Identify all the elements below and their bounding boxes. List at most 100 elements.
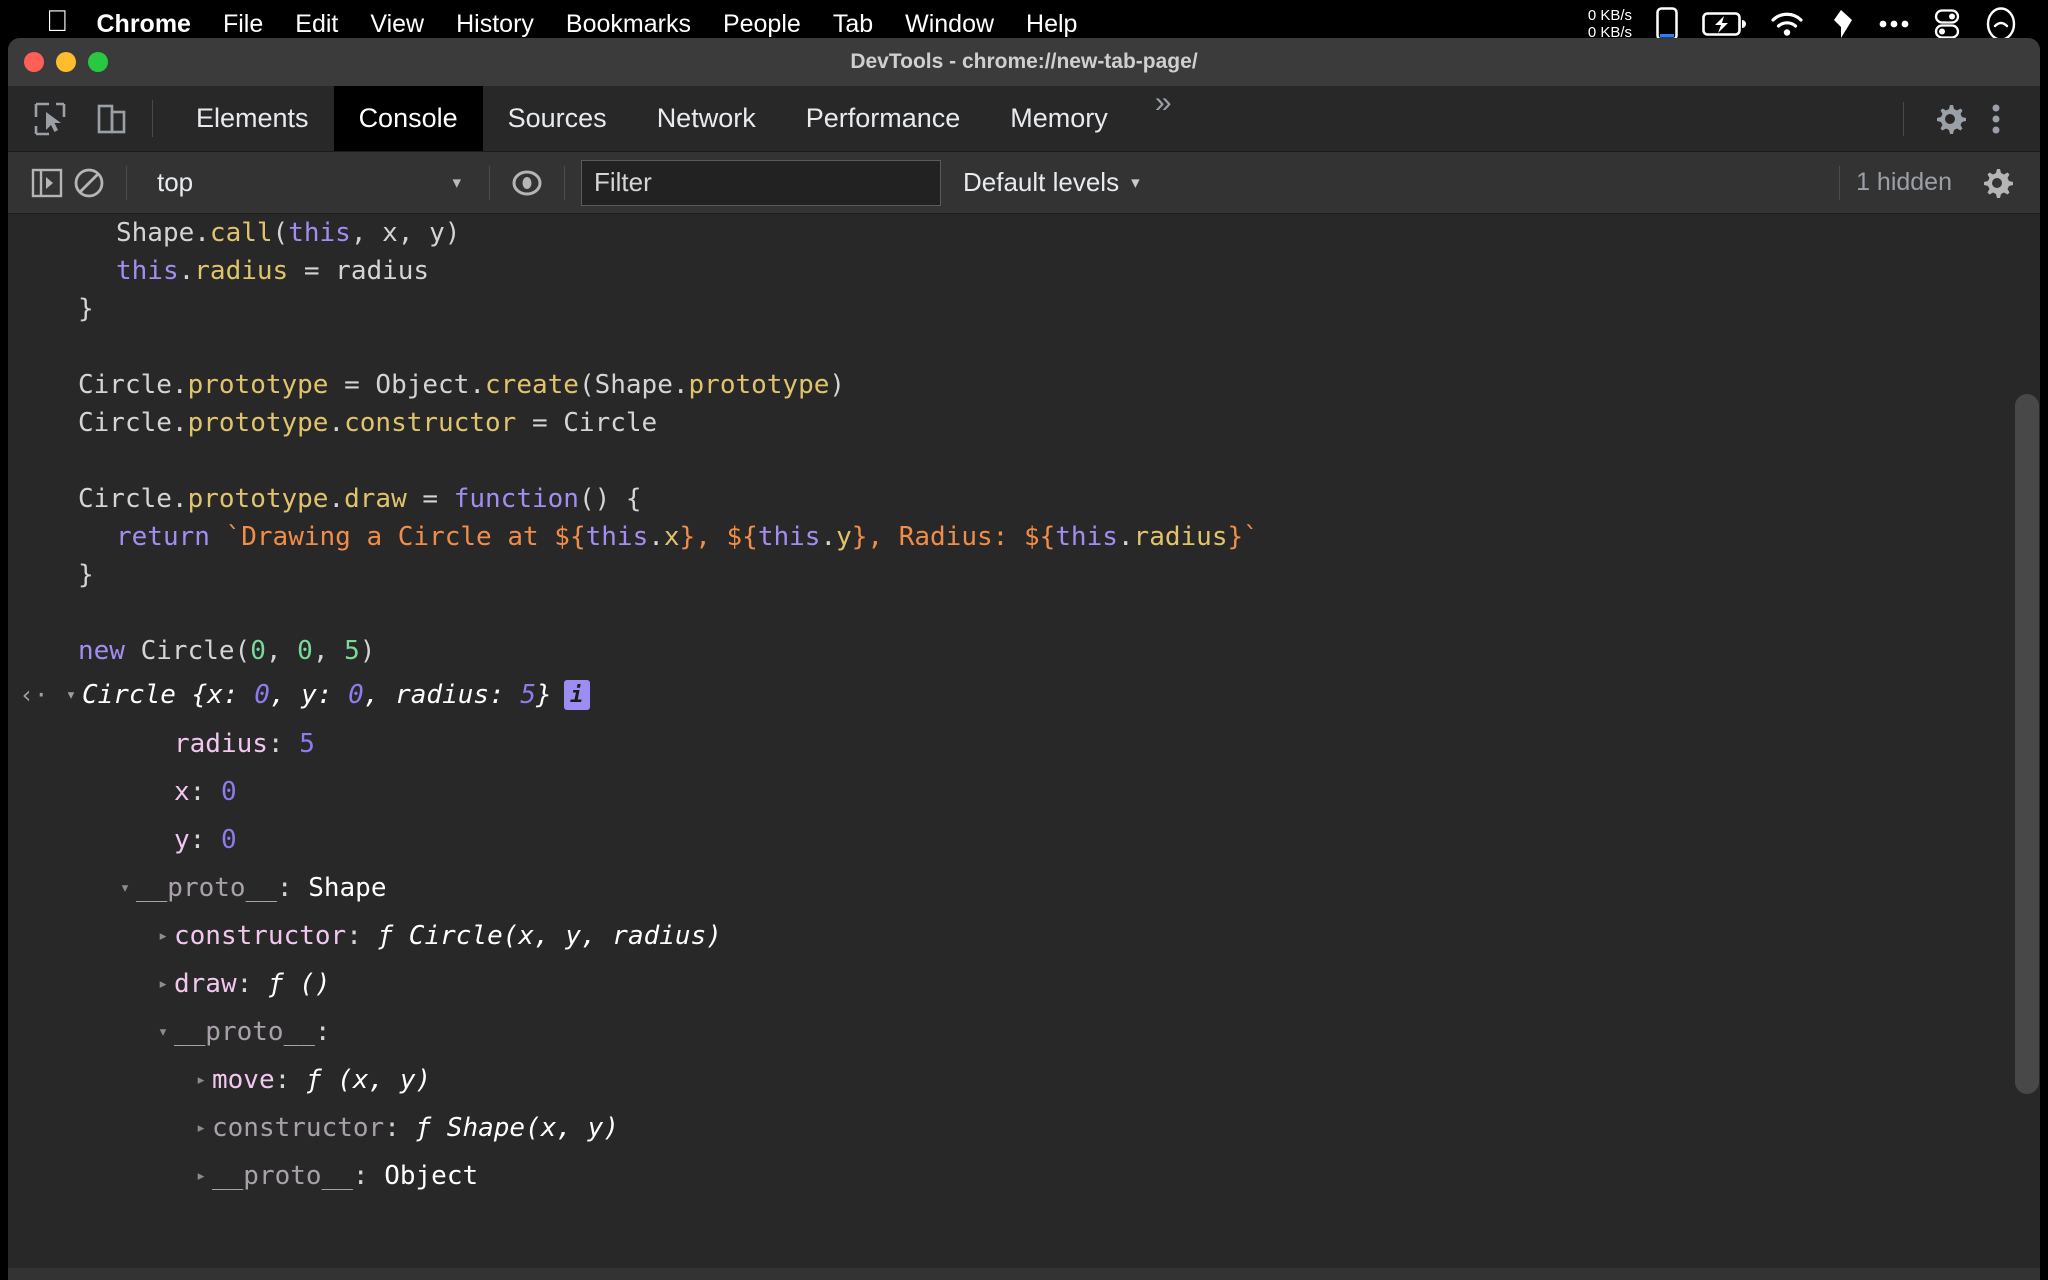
- preview-separator: ,: [363, 680, 396, 710]
- code-token: }, Radius: ${: [851, 522, 1056, 552]
- console-scrollbar[interactable]: [2014, 214, 2040, 1280]
- code-token: }: [78, 294, 94, 324]
- close-window-button[interactable]: [24, 52, 44, 72]
- menu-item-history[interactable]: History: [456, 10, 534, 39]
- expand-triangle-icon[interactable]: ▸: [190, 1166, 212, 1186]
- window-title: DevTools - chrome://new-tab-page/: [850, 50, 1198, 73]
- property-name: draw: [174, 969, 237, 999]
- console-code-line: return `Drawing a Circle at ${this. x}, $…: [8, 518, 2040, 556]
- hidden-messages-count[interactable]: 1 hidden: [1856, 168, 1952, 197]
- menu-item-help[interactable]: Help: [1026, 10, 1077, 39]
- wifi-icon[interactable]: [1770, 11, 1804, 37]
- window-controls: [24, 52, 108, 72]
- code-token: Circle(: [124, 636, 251, 666]
- code-token: radius: [1133, 522, 1228, 552]
- tab-console[interactable]: Console: [333, 86, 483, 151]
- object-property-row[interactable]: ▸ draw: ƒ (): [8, 960, 2040, 1008]
- code-token: this: [1055, 522, 1118, 552]
- code-token: () {: [578, 484, 642, 514]
- dropbox-icon[interactable]: [1828, 9, 1854, 39]
- info-badge-icon[interactable]: i: [563, 680, 590, 710]
- console-output-panel[interactable]: Shape. call(this, x, y) this. radius = radi…: [8, 214, 2040, 1280]
- preview-close-brace: }: [536, 680, 552, 710]
- devtools-tab-strip: Elements Console Sources Network Perform…: [8, 86, 2040, 152]
- apple-logo-icon[interactable]: : [46, 7, 69, 37]
- return-value-arrow-icon: ‹·: [19, 681, 49, 709]
- log-levels-selector[interactable]: Default levels ▾: [963, 167, 1140, 198]
- ellipsis-icon[interactable]: [1878, 18, 1910, 30]
- device-toolbar-icon[interactable]: [92, 99, 132, 139]
- execution-context-label: top: [157, 167, 194, 197]
- property-name: move: [212, 1065, 275, 1095]
- more-options-icon[interactable]: [1976, 99, 2016, 139]
- code-token: 0: [250, 636, 266, 666]
- expand-triangle-icon[interactable]: ▸: [152, 926, 174, 946]
- console-filter-bar: top ▾ Default levels ▾ 1 hidden: [8, 152, 2040, 214]
- maximize-window-button[interactable]: [88, 52, 108, 72]
- object-property-row[interactable]: radius: 5: [8, 720, 2040, 768]
- object-property-row[interactable]: ▸ move: ƒ (x, y): [8, 1056, 2040, 1104]
- menu-item-tab[interactable]: Tab: [833, 10, 873, 39]
- object-property-row[interactable]: y: 0: [8, 816, 2040, 864]
- object-property-row[interactable]: ▾ __proto__:: [8, 1008, 2040, 1056]
- network-speed-indicator[interactable]: 0 KB/s 0 KB/s: [1588, 7, 1632, 42]
- preview-value: 0: [348, 680, 364, 710]
- more-tabs-icon[interactable]: »: [1133, 86, 1194, 151]
- code-token: , x, y): [350, 218, 461, 248]
- scrollbar-thumb[interactable]: [2015, 394, 2039, 1094]
- tab-sources[interactable]: Sources: [483, 86, 632, 151]
- filter-input[interactable]: [581, 159, 941, 206]
- object-property-row[interactable]: ▸ constructor: ƒ Circle(x, y, radius): [8, 912, 2040, 960]
- live-expression-icon[interactable]: [506, 162, 548, 204]
- user-account-icon[interactable]: [1984, 7, 2018, 41]
- phone-icon[interactable]: [1656, 7, 1678, 41]
- property-separator: :: [267, 729, 300, 759]
- console-settings-gear-icon[interactable]: [1976, 162, 2018, 204]
- tab-elements[interactable]: Elements: [171, 86, 334, 151]
- control-center-icon[interactable]: [1934, 9, 1960, 39]
- console-result-header[interactable]: ‹· ▾ Circle {x: 0, y: 0, radius: 5} i: [8, 670, 2040, 720]
- menu-item-window[interactable]: Window: [905, 10, 994, 39]
- property-separator: :: [236, 969, 268, 999]
- settings-gear-icon[interactable]: [1930, 99, 1970, 139]
- expand-triangle-icon[interactable]: ▾: [60, 685, 82, 705]
- code-token: ): [359, 636, 376, 666]
- clear-console-icon[interactable]: [68, 162, 110, 204]
- code-token: x: [663, 522, 680, 552]
- property-name: x: [174, 777, 190, 807]
- menu-item-bookmarks[interactable]: Bookmarks: [566, 10, 691, 39]
- tab-network[interactable]: Network: [632, 86, 781, 151]
- property-name: __proto__: [136, 873, 277, 903]
- expand-triangle-icon[interactable]: ▸: [190, 1118, 212, 1138]
- property-value: 0: [220, 825, 237, 855]
- menu-item-edit[interactable]: Edit: [295, 10, 338, 39]
- tab-performance[interactable]: Performance: [781, 86, 986, 151]
- tab-memory[interactable]: Memory: [985, 86, 1133, 151]
- menu-item-chrome[interactable]: Chrome: [97, 10, 191, 39]
- collapse-triangle-icon[interactable]: ▾: [152, 1022, 174, 1042]
- menu-item-file[interactable]: File: [223, 10, 263, 39]
- property-separator: :: [352, 1161, 385, 1191]
- inspect-element-icon[interactable]: [30, 99, 70, 139]
- expand-triangle-icon[interactable]: ▸: [190, 1070, 212, 1090]
- battery-charging-icon[interactable]: [1702, 11, 1746, 37]
- object-property-row[interactable]: ▸ constructor: ƒ Shape(x, y): [8, 1104, 2040, 1152]
- property-value: ƒ Shape(x, y): [415, 1113, 620, 1143]
- menu-item-view[interactable]: View: [370, 10, 424, 39]
- code-token: .: [1117, 522, 1134, 552]
- console-code-block: Shape. call(this, x, y) this. radius = radi…: [8, 214, 2040, 670]
- object-property-row[interactable]: ▸ __proto__: Object: [8, 1152, 2040, 1200]
- property-name: radius: [174, 729, 268, 759]
- minimize-window-button[interactable]: [56, 52, 76, 72]
- property-value: 0: [220, 777, 237, 807]
- code-token: }, ${: [679, 522, 758, 552]
- menu-item-people[interactable]: People: [723, 10, 801, 39]
- collapse-triangle-icon[interactable]: ▾: [114, 878, 136, 898]
- execution-context-selector[interactable]: top ▾: [143, 162, 473, 204]
- object-property-row[interactable]: ▾ __proto__: Shape: [8, 864, 2040, 912]
- expand-triangle-icon[interactable]: ▸: [152, 974, 174, 994]
- triangle-placeholder: [152, 734, 174, 754]
- console-sidebar-icon[interactable]: [26, 162, 68, 204]
- object-property-row[interactable]: x: 0: [8, 768, 2040, 816]
